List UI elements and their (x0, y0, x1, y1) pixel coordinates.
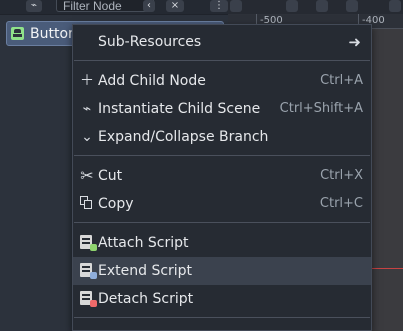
menu-shortcut: Ctrl+Shift+A (279, 101, 363, 116)
menu-item-instantiate-child-scene[interactable]: ⌁ Instantiate Child Scene Ctrl+Shift+A (73, 95, 371, 123)
link-icon: ⌁ (82, 101, 92, 117)
viewport-tool-2-button[interactable] (286, 0, 298, 12)
scene-menu-button[interactable]: ⋮ (210, 0, 228, 12)
plus-icon: ＋ (80, 73, 94, 89)
link-tool-button[interactable]: ⌁ (26, 0, 42, 12)
menu-separator (74, 317, 370, 318)
chevron-left-icon: ‹ (147, 0, 151, 11)
script-extend-icon (80, 263, 97, 279)
script-detach-badge (90, 300, 97, 307)
menu-item-label: Detach Script (98, 291, 194, 307)
menu-item-copy[interactable]: Copy Ctrl+C (73, 190, 371, 218)
menu-separator (74, 60, 370, 61)
menu-item-label: Add Child Node (98, 73, 206, 89)
scissors-icon: ✂ (80, 166, 94, 185)
viewport-tool-1-button[interactable] (230, 0, 242, 12)
menu-shortcut: Ctrl+C (319, 196, 363, 211)
menu-item-cut[interactable]: ✂ Cut Ctrl+X (73, 162, 371, 190)
copy-icon (80, 196, 93, 209)
script-attach-badge (90, 244, 97, 251)
menu-item-add-child-node[interactable]: ＋ Add Child Node Ctrl+A (73, 67, 371, 95)
viewport-toolbar (228, 0, 403, 15)
menu-separator (74, 155, 370, 156)
editor-screenshot: ⌁ ‹ × ⋮ Button -500 (0, 0, 403, 331)
button-node-icon (11, 27, 24, 40)
chevron-right-icon: ➜ (348, 33, 361, 51)
scene-toolbar: ⌁ ‹ × ⋮ (0, 0, 228, 15)
menu-item-extend-script[interactable]: Extend Script (73, 257, 371, 285)
menu-item-expand-collapse-branch[interactable]: ⌄ Expand/Collapse Branch (73, 123, 371, 151)
menu-item-attach-script[interactable]: Attach Script (73, 229, 371, 257)
menu-item-label: Attach Script (98, 235, 189, 251)
menu-item-detach-script[interactable]: Detach Script (73, 285, 371, 313)
selected-node-label: Button (30, 26, 77, 42)
menu-item-label: Copy (98, 196, 134, 212)
viewport-tool-4-button[interactable] (346, 0, 358, 12)
script-extend-badge (90, 272, 97, 279)
chevron-down-icon: ⌄ (81, 129, 93, 145)
copy-icon-front (84, 200, 92, 209)
menu-icon: ⋮ (214, 0, 224, 11)
filter-node-input[interactable] (56, 0, 154, 12)
menu-item-label: Cut (98, 168, 123, 184)
viewport-tool-5-button[interactable] (389, 0, 401, 12)
menu-item-label: Expand/Collapse Branch (98, 129, 269, 145)
menu-shortcut: Ctrl+A (320, 73, 363, 88)
link-icon: ⌁ (30, 0, 38, 11)
scene-tools-button[interactable]: × (166, 0, 184, 12)
menu-item-label: Sub-Resources (98, 34, 202, 50)
menu-separator (74, 222, 370, 223)
script-attach-icon (80, 235, 97, 251)
menu-item-label: Instantiate Child Scene (98, 101, 261, 117)
menu-shortcut: Ctrl+X (320, 168, 363, 183)
filter-menu-button[interactable]: ‹ (143, 0, 155, 12)
menu-item-label: Extend Script (98, 263, 193, 279)
viewport-tool-3-button[interactable] (316, 0, 328, 12)
menu-item-sub-resources[interactable]: Sub-Resources ➜ (73, 28, 371, 56)
close-icon: × (170, 0, 180, 11)
scene-context-menu: Sub-Resources ➜ ＋ Add Child Node Ctrl+A … (72, 24, 372, 331)
script-detach-icon (80, 291, 97, 307)
